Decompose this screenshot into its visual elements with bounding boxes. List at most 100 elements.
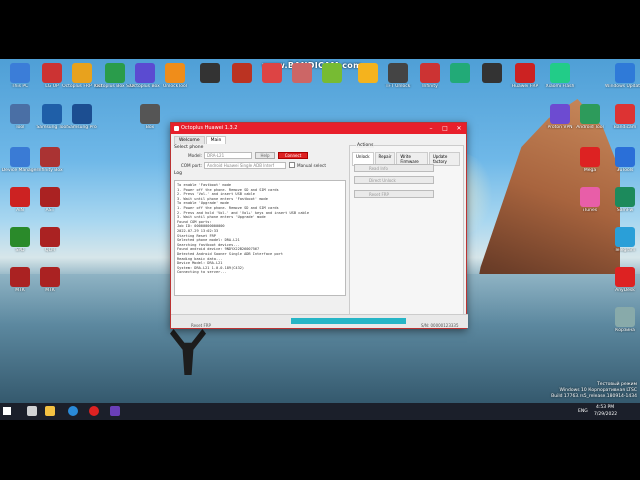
- app-shortcut-icon: [550, 63, 570, 83]
- app-shortcut-icon: [10, 147, 30, 167]
- main-tabs: Welcome Main: [171, 134, 466, 144]
- desktop-shortcut-label: iTunes: [582, 208, 598, 213]
- log-output[interactable]: To enable 'Fastboot' mode 1. Power off th…: [174, 180, 346, 296]
- progress-track: [291, 318, 406, 324]
- desktop-shortcut-label: QLM: [45, 248, 55, 253]
- close-icon[interactable]: ✕: [452, 123, 466, 134]
- app-shortcut-icon: [580, 187, 600, 207]
- desktop-shortcut[interactable]: UnlockTool: [155, 63, 195, 103]
- letterbox-bottom: [0, 420, 640, 480]
- desktop-shortcut-label: Huawei FRP: [511, 84, 539, 89]
- app-shortcut-icon: [615, 267, 635, 287]
- desktop[interactable]: www.BANDICAM.com This PCLG UPOctoplus FR…: [0, 59, 640, 420]
- taskbar: ENG 4:53 PM 7/29/2022: [0, 403, 640, 420]
- app-shortcut-icon: [615, 187, 635, 207]
- manual-select-checkbox[interactable]: [289, 162, 295, 168]
- desktop-shortcut-label: MTK: [45, 288, 55, 293]
- app-shortcut-icon: [262, 63, 282, 83]
- desktop-shortcut-label: AnyDesk: [615, 288, 635, 293]
- app-shortcut-icon: [550, 104, 570, 124]
- maximize-icon[interactable]: □: [438, 123, 452, 134]
- desktop-shortcut[interactable]: Xiaomi Flash: [540, 63, 580, 103]
- bandicam-taskbar-icon[interactable]: [89, 406, 99, 416]
- clock-time[interactable]: 4:53 PM: [596, 405, 614, 410]
- desktop-shortcut[interactable]: Android Tool: [570, 104, 610, 144]
- connect-button[interactable]: Connect: [278, 151, 308, 159]
- app-shortcut-icon: [165, 63, 185, 83]
- desktop-shortcut-label: UnlockTool: [163, 84, 187, 89]
- app-shortcut-icon: [40, 267, 60, 287]
- desktop-shortcut-label: 3uTools: [616, 168, 634, 173]
- desktop-shortcut[interactable]: MTK: [30, 267, 70, 307]
- app-shortcut-icon: [292, 63, 312, 83]
- app-shortcut-icon: [42, 104, 62, 124]
- clock-date[interactable]: 7/29/2022: [594, 412, 617, 417]
- status-bar: Reset FRP S/N: 00000123335: [171, 314, 468, 328]
- app-shortcut-icon: [105, 63, 125, 83]
- app-shortcut-icon: [388, 63, 408, 83]
- tab-main[interactable]: Main: [205, 136, 227, 144]
- read-info-button[interactable]: Read Info: [354, 164, 434, 172]
- build-text: Build 17763.rs5_release.180914-1434: [551, 394, 637, 399]
- port-select[interactable]: Android Huawei Single ADB Interf: [204, 161, 286, 169]
- actions-panel: Actions Unlock Repair Write Firmware Upd…: [349, 143, 464, 317]
- desktop-shortcut[interactable]: AST: [30, 187, 70, 227]
- app-shortcut-icon: [200, 63, 220, 83]
- app-shortcut-icon: [450, 63, 470, 83]
- app-shortcut-icon: [10, 63, 30, 83]
- tab-welcome[interactable]: Welcome: [174, 136, 205, 144]
- desktop-shortcut[interactable]: Mega: [570, 147, 610, 187]
- desktop-shortcut-label: Mega: [583, 168, 597, 173]
- app-shortcut-icon: [72, 104, 92, 124]
- app-shortcut-icon: [10, 267, 30, 287]
- model-field[interactable]: DRA-L21: [204, 151, 252, 159]
- desktop-shortcut-label: Telegram: [614, 248, 636, 253]
- desktop-shortcut[interactable]: Корзина: [605, 307, 640, 347]
- progress-bar: [291, 318, 406, 324]
- minimize-icon[interactable]: –: [424, 123, 438, 134]
- desktop-shortcut[interactable]: Infinity Box: [30, 147, 70, 187]
- app-shortcut-icon: [615, 147, 635, 167]
- app-shortcut-icon: [10, 104, 30, 124]
- desktop-shortcut[interactable]: 3uTools: [605, 147, 640, 187]
- desktop-shortcut[interactable]: Samsung Pro: [62, 104, 102, 144]
- edge-icon[interactable]: [68, 406, 78, 416]
- octoplus-window[interactable]: Octoplus Huawei 1.3.2 – □ ✕ Welcome Main…: [170, 122, 468, 329]
- model-label: Model:: [188, 152, 202, 158]
- app-shortcut-icon: [580, 147, 600, 167]
- desktop-shortcut[interactable]: iTunes: [570, 187, 610, 227]
- desktop-shortcut[interactable]: QLM: [30, 227, 70, 267]
- reset-frp-button[interactable]: Reset FRP: [354, 190, 434, 198]
- actions-title: Actions: [356, 143, 375, 148]
- help-button[interactable]: Help: [255, 151, 275, 159]
- desktop-shortcut-label: Android Tool: [576, 125, 604, 130]
- app-shortcut-icon: [615, 63, 635, 83]
- language-indicator[interactable]: ENG: [578, 409, 588, 414]
- desktop-shortcut-label: AST: [45, 208, 55, 213]
- direct-unlock-button[interactable]: Direct Unlock: [354, 176, 434, 184]
- desktop-shortcut[interactable]: AnyDesk: [605, 267, 640, 307]
- desktop-shortcut[interactable]: SamFw: [605, 187, 640, 227]
- search-icon[interactable]: [27, 406, 37, 416]
- desktop-shortcut-label: Windows Update Mini: [605, 84, 640, 89]
- desktop-shortcut[interactable]: Box: [130, 104, 170, 144]
- desktop-shortcut[interactable]: Bandicam: [605, 104, 640, 144]
- app-shortcut-icon: [40, 227, 60, 247]
- letterbox-top: [0, 0, 640, 59]
- log-title: Log: [174, 171, 183, 176]
- app-shortcut-icon: [358, 63, 378, 83]
- octoplus-taskbar-icon[interactable]: [110, 406, 120, 416]
- window-titlebar[interactable]: Octoplus Huawei 1.3.2 – □ ✕: [171, 123, 466, 134]
- test-mode-text: Тестовый режим: [597, 382, 637, 387]
- app-shortcut-icon: [615, 307, 635, 327]
- desktop-shortcut[interactable]: Telegram: [605, 227, 640, 267]
- app-shortcut-icon: [10, 187, 30, 207]
- desktop-shortcut-label: Box: [145, 125, 155, 130]
- desktop-shortcut-label: SamFw: [616, 208, 634, 213]
- desktop-shortcut[interactable]: Huawei FRP: [505, 63, 545, 103]
- app-shortcut-icon: [615, 227, 635, 247]
- desktop-shortcut[interactable]: Windows Update Mini: [605, 63, 640, 103]
- file-explorer-icon[interactable]: [45, 406, 55, 416]
- desktop-shortcut[interactable]: [312, 63, 352, 103]
- windows-start-icon[interactable]: [3, 407, 11, 415]
